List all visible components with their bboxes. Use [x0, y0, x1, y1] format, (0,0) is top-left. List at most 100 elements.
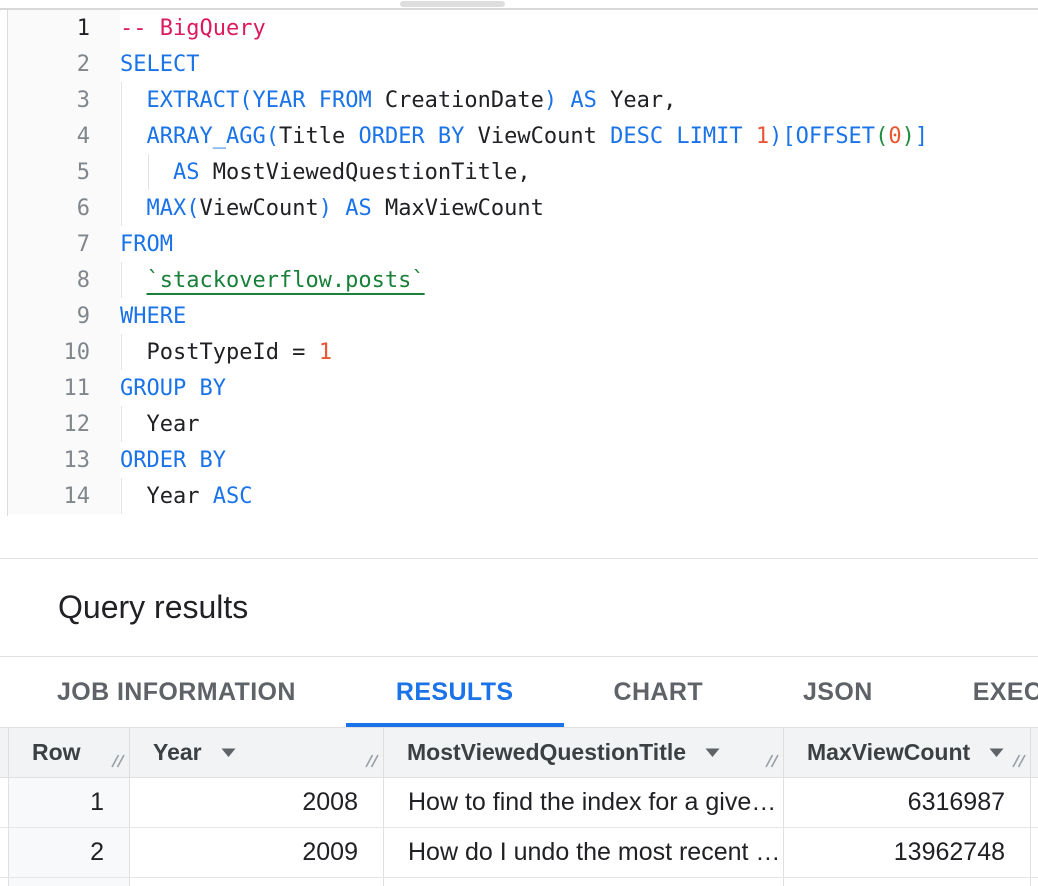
table-filler-cell: [1031, 728, 1038, 777]
tab-execution-details[interactable]: EXECUTION DETAILS: [923, 657, 1038, 727]
sql-editor[interactable]: 1-- BigQuery2SELECT3 EXTRACT(YEAR FROM C…: [0, 10, 1038, 559]
line-number: 6: [0, 196, 90, 221]
sort-dropdown-icon[interactable]: [704, 747, 721, 758]
column-header-label: Year: [153, 739, 202, 766]
tab-job-information[interactable]: JOB INFORMATION: [7, 657, 346, 727]
code-line-text: WHERE: [90, 304, 186, 329]
top-scrollbar-track: [0, 0, 1038, 8]
code-line-text: FROM: [90, 232, 173, 257]
table-body: 12008How to find the index for a give…63…: [0, 778, 1038, 878]
query-results-header: Query results: [0, 559, 1038, 657]
code-line-text: PostTypeId = 1: [90, 340, 332, 365]
line-number: 9: [0, 304, 90, 329]
table-cell: 13962748: [784, 828, 1031, 877]
table-cell: 2: [9, 828, 130, 877]
table-cell: How do I undo the most recent …: [384, 828, 784, 877]
table-row: 22009How do I undo the most recent …1396…: [0, 828, 1038, 878]
code-line: 14 Year ASC: [0, 478, 1038, 514]
code-lines[interactable]: 1-- BigQuery2SELECT3 EXTRACT(YEAR FROM C…: [0, 10, 1038, 514]
code-line: 3 EXTRACT(YEAR FROM CreationDate) AS Yea…: [0, 82, 1038, 118]
code-line: 8 `stackoverflow.posts`: [0, 262, 1038, 298]
line-number: 5: [0, 160, 90, 185]
table-cell: 6316987: [784, 778, 1031, 827]
code-line: 13ORDER BY: [0, 442, 1038, 478]
table-cell: How to find the index for a give…: [384, 778, 784, 827]
code-line-text: Year ASC: [90, 484, 252, 509]
code-line-text: EXTRACT(YEAR FROM CreationDate) AS Year,: [90, 88, 676, 113]
code-line-text: -- BigQuery: [90, 16, 266, 41]
table-filler-cell: [1031, 778, 1038, 827]
table-row: 12008How to find the index for a give…63…: [0, 778, 1038, 828]
line-number: 1: [0, 16, 90, 41]
code-line: 9WHERE: [0, 298, 1038, 334]
code-line-text: AS MostViewedQuestionTitle,: [90, 160, 531, 185]
code-line-text: SELECT: [90, 52, 199, 77]
sort-dropdown-icon[interactable]: [220, 747, 237, 758]
line-number: 10: [0, 340, 90, 365]
line-number: 13: [0, 448, 90, 473]
line-number: 7: [0, 232, 90, 257]
line-number: 11: [0, 376, 90, 401]
column-resize-handle-icon[interactable]: [1009, 747, 1027, 774]
row-gutter-cell: [0, 728, 9, 777]
row-gutter-cell: [0, 778, 9, 827]
indent-guide: [121, 334, 122, 370]
table-row-partial: [0, 878, 1038, 886]
code-line-text: MAX(ViewCount) AS MaxViewCount: [90, 196, 544, 221]
column-header-maxviewcount[interactable]: MaxViewCount: [784, 728, 1031, 777]
indent-guide: [121, 262, 122, 298]
column-header-year[interactable]: Year: [130, 728, 384, 777]
code-line-text: `stackoverflow.posts`: [90, 268, 425, 293]
code-line: 12 Year: [0, 406, 1038, 442]
column-resize-handle-icon[interactable]: [762, 747, 780, 774]
table-cell: [384, 878, 784, 886]
page-title: Query results: [58, 589, 248, 626]
column-header-row[interactable]: Row: [9, 728, 130, 777]
column-header-mostviewedquestiontitle[interactable]: MostViewedQuestionTitle: [384, 728, 784, 777]
code-line: 6 MAX(ViewCount) AS MaxViewCount: [0, 190, 1038, 226]
code-line: 11GROUP BY: [0, 370, 1038, 406]
row-gutter-cell: [0, 878, 9, 886]
tab-json[interactable]: JSON: [753, 657, 923, 727]
column-resize-handle-icon[interactable]: [108, 747, 126, 774]
code-line: 7FROM: [0, 226, 1038, 262]
code-line: 2SELECT: [0, 46, 1038, 82]
line-number: 12: [0, 412, 90, 437]
table-cell: 2008: [130, 778, 384, 827]
table-header-row: Row Year MostViewedQuestionTitle MaxViewCou…: [0, 728, 1038, 778]
code-line-text: ORDER BY: [90, 448, 226, 473]
column-header-label: MaxViewCount: [807, 739, 970, 766]
column-resize-handle-icon[interactable]: [362, 747, 380, 774]
code-line-text: ARRAY_AGG(Title ORDER BY ViewCount DESC …: [90, 124, 928, 149]
scrollbar-thumb[interactable]: [400, 1, 505, 7]
table-cell: [130, 878, 384, 886]
code-line: 4 ARRAY_AGG(Title ORDER BY ViewCount DES…: [0, 118, 1038, 154]
tab-results[interactable]: RESULTS: [346, 657, 564, 727]
table-filler-cell: [1031, 878, 1038, 886]
line-number: 8: [0, 268, 90, 293]
sort-dropdown-icon[interactable]: [988, 747, 1005, 758]
code-line: 10 PostTypeId = 1: [0, 334, 1038, 370]
table-cell: [9, 878, 130, 886]
row-gutter-cell: [0, 828, 9, 877]
column-header-label: MostViewedQuestionTitle: [407, 739, 686, 766]
code-line: 5 AS MostViewedQuestionTitle,: [0, 154, 1038, 190]
indent-guide: [121, 82, 122, 226]
table-cell: 1: [9, 778, 130, 827]
tab-chart[interactable]: CHART: [564, 657, 754, 727]
table-cell: [784, 878, 1031, 886]
code-line-text: GROUP BY: [90, 376, 226, 401]
line-number: 2: [0, 52, 90, 77]
code-line-text: Year: [90, 412, 199, 437]
results-table: Row Year MostViewedQuestionTitle MaxViewCou…: [0, 728, 1038, 886]
table-filler-cell: [1031, 828, 1038, 877]
indent-guide: [148, 154, 149, 190]
indent-guide: [121, 478, 122, 514]
line-number: 3: [0, 88, 90, 113]
code-line: 1-- BigQuery: [0, 10, 1038, 46]
indent-guide: [121, 406, 122, 442]
results-tabbar: JOB INFORMATIONRESULTSCHARTJSONEXECUTION…: [0, 657, 1038, 728]
table-cell: 2009: [130, 828, 384, 877]
line-number: 14: [0, 484, 90, 509]
column-header-label: Row: [32, 739, 81, 766]
